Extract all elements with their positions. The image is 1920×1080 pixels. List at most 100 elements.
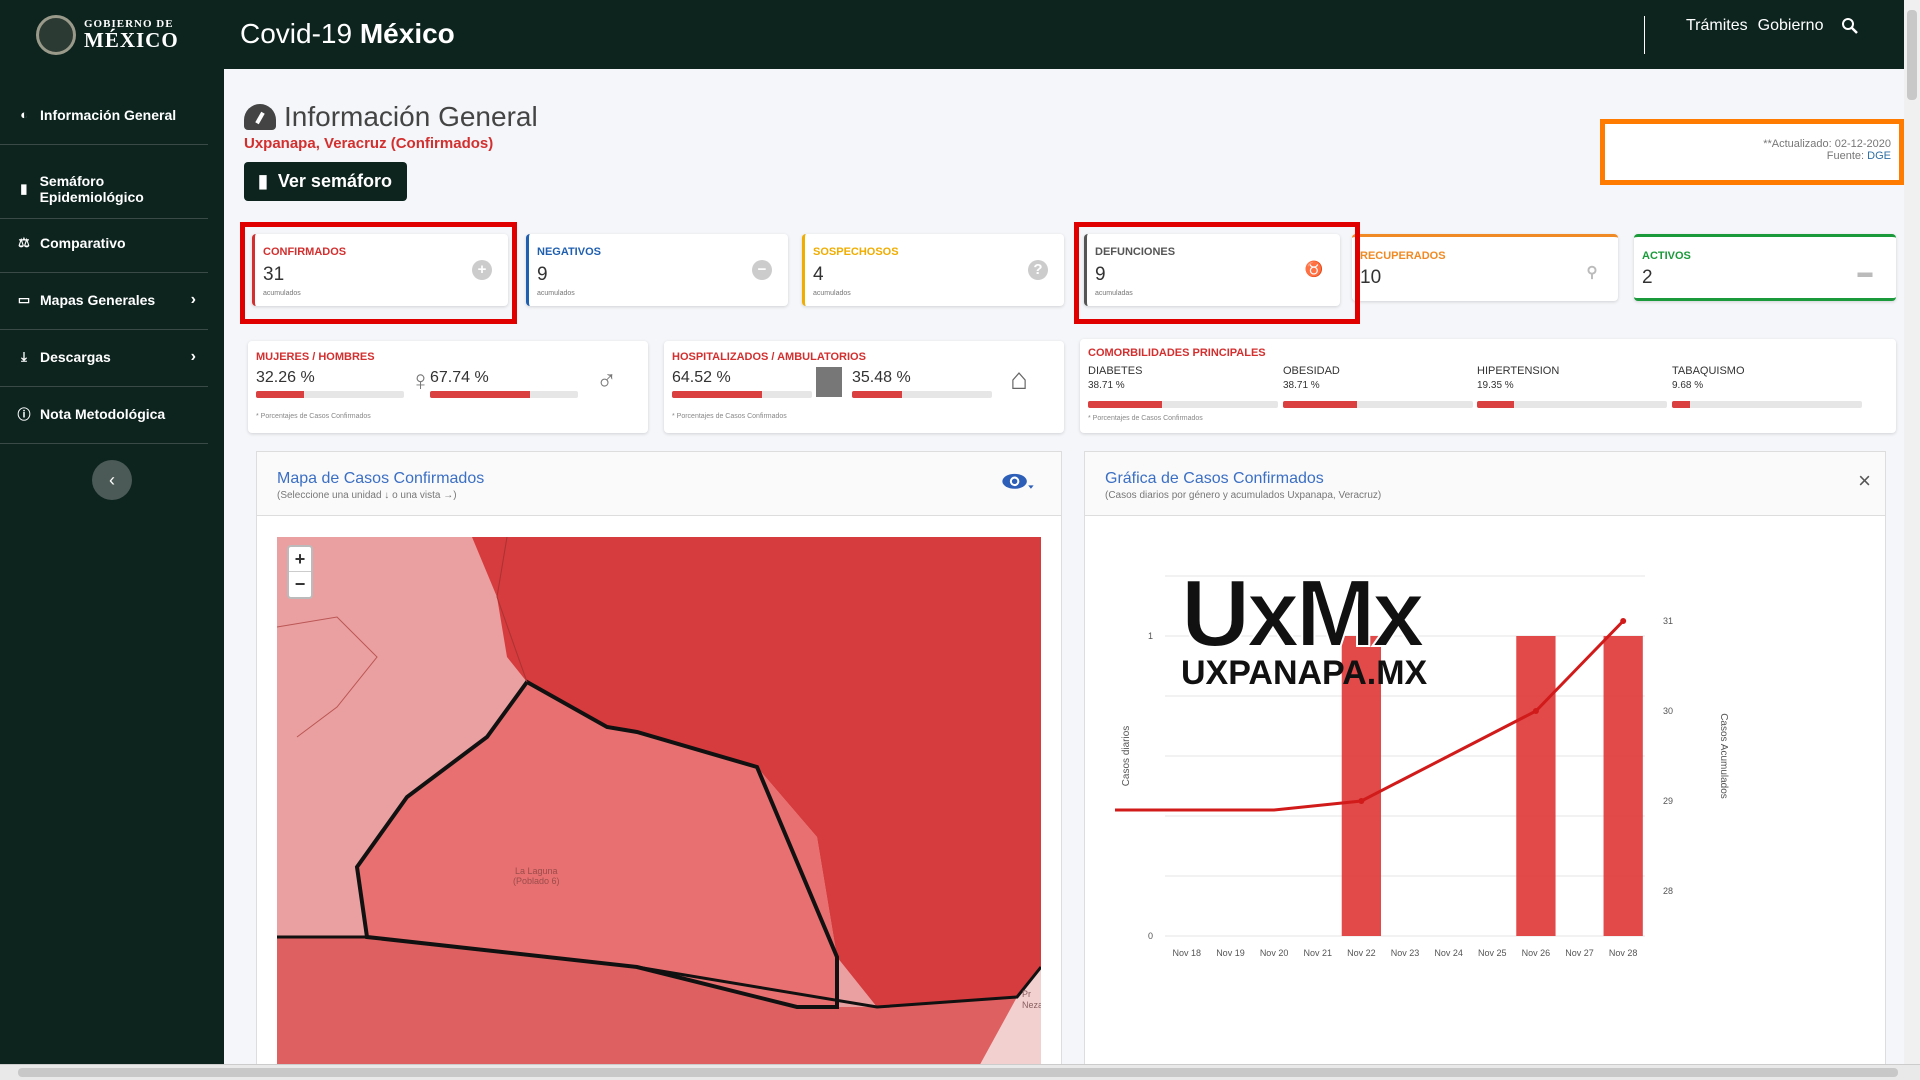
zoom-in-button[interactable]: + xyxy=(289,547,311,572)
info-icon: ⓘ xyxy=(17,407,31,422)
scale-icon: ⚖ xyxy=(18,234,30,250)
horizontal-scrollbar[interactable] xyxy=(0,1064,1920,1080)
x-tick-label: Nov 23 xyxy=(1391,948,1420,958)
y2-tick-label: 30 xyxy=(1663,706,1673,716)
chart-panel-header: Gráfica de Casos Confirmados (Casos diar… xyxy=(1085,452,1885,516)
y2-tick-label: 31 xyxy=(1663,616,1673,626)
hospitalized-bar xyxy=(672,391,812,398)
scroll-thumb[interactable] xyxy=(18,1068,1898,1077)
chevron-right-icon: › xyxy=(190,290,196,308)
page-title: Información General xyxy=(244,101,538,133)
close-icon[interactable]: × xyxy=(1858,468,1871,494)
watermark-url: UXPANAPA.MX xyxy=(1181,654,1428,692)
hospital-icon xyxy=(816,367,842,397)
map-panel-title: Mapa de Casos Confirmados xyxy=(277,470,485,487)
x-tick-label: Nov 28 xyxy=(1609,948,1638,958)
bed-icon: ▬ xyxy=(1857,264,1873,281)
y2-tick-label: 29 xyxy=(1663,796,1673,806)
cumulative-point xyxy=(1358,798,1365,804)
map-place-label: La Laguna (Poblado 6) xyxy=(513,866,560,886)
stat-card-sospechosos[interactable]: SOSPECHOSOS 4 acumulados ? xyxy=(802,234,1064,306)
sidebar-item-comparativo[interactable]: ⚖ Comparativo xyxy=(0,213,208,273)
x-tick-label: Nov 18 xyxy=(1173,948,1202,958)
download-icon: ⤓ xyxy=(21,348,27,364)
bar xyxy=(1603,636,1643,936)
monitor-icon: ▭ xyxy=(17,291,31,307)
map-panel-header: Mapa de Casos Confirmados (Seleccione un… xyxy=(257,452,1061,516)
mexico-seal-icon xyxy=(36,15,76,55)
cumulative-point xyxy=(1532,708,1539,714)
female-icon: ♀ xyxy=(410,365,431,396)
traffic-light-icon: ▮ xyxy=(20,180,28,196)
stat-card-activos[interactable]: ACTIVOS 2 ▬ xyxy=(1634,234,1896,301)
comorbidity-obesidad: OBESIDAD 38.71 % xyxy=(1283,365,1473,408)
bar xyxy=(1516,636,1556,936)
house-icon: ⌂ xyxy=(1010,363,1029,396)
y-axis-label: Casos diarios xyxy=(1121,726,1132,787)
men-bar xyxy=(430,391,578,398)
y-tick-label: 1 xyxy=(1148,631,1153,641)
gobierno-logo[interactable]: GOBIERNO DE MÉXICO xyxy=(36,12,186,58)
tramites-link[interactable]: Trámites xyxy=(1686,17,1748,35)
dge-link[interactable]: DGE xyxy=(1867,150,1891,162)
chart-panel: Gráfica de Casos Confirmados (Casos diar… xyxy=(1084,451,1886,1069)
traffic-light-icon: ▮ xyxy=(258,171,268,191)
sidebar-item-nota-metodologica[interactable]: ⓘ Nota Metodológica xyxy=(0,384,208,444)
sidebar: ◐ Información General ▮ Semáforo Epidemiol… xyxy=(0,69,224,1080)
ver-semaforo-button[interactable]: ▮ Ver semáforo xyxy=(244,162,407,201)
sidebar-item-descargas[interactable]: ⤓ Descargas › xyxy=(0,327,208,387)
x-tick-label: Nov 26 xyxy=(1522,948,1551,958)
chevron-right-icon: › xyxy=(190,347,196,365)
cases-chart: 0 1 28 29 30 31 Nov 18 Nov 19 Nov 20 Nov 21 Nov 22… xyxy=(1115,559,1729,958)
map-place-label: Pr Nezahu xyxy=(1022,989,1041,1010)
gender-card: MUJERES / HOMBRES 32.26 % ♀ 67.74 % ♂ * … xyxy=(248,341,648,433)
map-polygons xyxy=(277,537,1041,1070)
eye-dropdown-icon[interactable] xyxy=(1001,470,1035,494)
location-subtitle: Uxpanapa, Veracruz (Confirmados) xyxy=(244,135,494,152)
comorbidity-tabaquismo: TABAQUISMO 9.68 % xyxy=(1672,365,1862,408)
confirmed-cases-map[interactable]: + − La Laguna (Poblado 6) Pr Nezahu xyxy=(277,537,1041,1070)
y-tick-label: 0 xyxy=(1148,931,1153,941)
vertical-scrollbar[interactable] xyxy=(1904,0,1920,1064)
ambulatory-bar xyxy=(852,391,992,398)
main-content: Información General Uxpanapa, Veracruz (… xyxy=(224,69,1904,1070)
app-title[interactable]: Covid-19 México xyxy=(240,18,455,50)
updated-date: **Actualizado: 02-12-2020 xyxy=(1763,138,1891,150)
gauge-icon xyxy=(244,104,276,130)
x-tick-label: Nov 19 xyxy=(1216,948,1245,958)
highlight-frame xyxy=(240,222,517,324)
x-tick-label: Nov 25 xyxy=(1478,948,1507,958)
walking-person-icon: ⚲ xyxy=(1586,264,1598,281)
highlight-frame xyxy=(1074,222,1360,324)
cumulative-point xyxy=(1620,618,1627,624)
sidebar-item-mapas-generales[interactable]: ▭ Mapas Generales › xyxy=(0,270,208,330)
minus-circle-icon: − xyxy=(752,260,772,280)
update-info-box: **Actualizado: 02-12-2020 Fuente: DGE xyxy=(1600,119,1904,185)
hospital-card: HOSPITALIZADOS / AMBULATORIOS 64.52 % 35… xyxy=(664,341,1064,433)
divider xyxy=(1644,16,1645,54)
collapse-sidebar-button[interactable]: ‹ xyxy=(92,460,132,500)
x-tick-label: Nov 22 xyxy=(1347,948,1376,958)
scroll-thumb[interactable] xyxy=(1907,10,1917,100)
comorbidities-card: COMORBILIDADES PRINCIPALES DIABETES 38.7… xyxy=(1080,339,1896,433)
x-tick-label: Nov 20 xyxy=(1260,948,1289,958)
watermark-logo: UxMx xyxy=(1181,560,1425,667)
map-panel: Mapa de Casos Confirmados (Seleccione un… xyxy=(256,451,1062,1070)
chart-panel-subtitle: (Casos diarios por género y acumulados U… xyxy=(1105,490,1382,501)
chart-panel-title: Gráfica de Casos Confirmados xyxy=(1105,470,1324,487)
zoom-out-button[interactable]: − xyxy=(289,572,311,597)
search-icon[interactable] xyxy=(1841,17,1859,35)
comorbidity-hipertension: HIPERTENSION 19.35 % xyxy=(1477,365,1667,408)
stat-card-negativos[interactable]: NEGATIVOS 9 acumulados − xyxy=(526,234,788,306)
map-zoom-control: + − xyxy=(287,545,313,599)
sidebar-item-semaforo[interactable]: ▮ Semáforo Epidemiológico xyxy=(0,159,208,219)
x-tick-label: Nov 24 xyxy=(1434,948,1463,958)
y2-axis-label: Casos Acumulados xyxy=(1718,713,1729,799)
stat-card-recuperados[interactable]: RECUPERADOS 10 ⚲ xyxy=(1352,234,1618,301)
top-navbar: GOBIERNO DE MÉXICO Covid-19 México Trámi… xyxy=(0,0,1920,69)
gobierno-link[interactable]: Gobierno xyxy=(1758,17,1824,35)
x-tick-label: Nov 27 xyxy=(1565,948,1594,958)
question-circle-icon: ? xyxy=(1028,260,1048,280)
dashboard-icon: ◐ xyxy=(20,107,28,122)
sidebar-item-informacion-general[interactable]: ◐ Información General xyxy=(0,85,208,145)
